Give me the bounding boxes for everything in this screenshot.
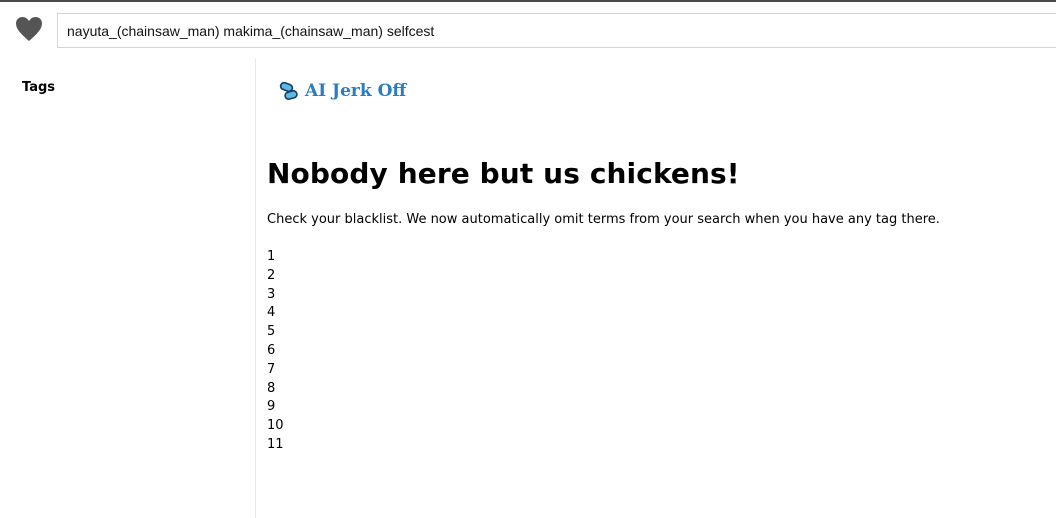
page-link[interactable]: 1: [267, 248, 284, 267]
page-link[interactable]: 5: [267, 323, 284, 342]
pagination-list: 1 2 3 4 5 6 7 8 9 10 11: [267, 248, 284, 455]
sidebar: Tags: [0, 58, 256, 518]
page-link[interactable]: 10: [267, 417, 284, 436]
pills-icon: [279, 81, 298, 100]
ad-label: AI Jerk Off: [305, 81, 407, 101]
page-link[interactable]: 6: [267, 342, 284, 361]
page-link[interactable]: 8: [267, 380, 284, 399]
search-input[interactable]: nayuta_(chainsaw_man) makima_(chainsaw_m…: [57, 13, 1056, 48]
favorite-button[interactable]: [14, 14, 44, 44]
empty-results-message: Check your blacklist. We now automatical…: [267, 212, 940, 227]
page-link[interactable]: 7: [267, 361, 284, 380]
sidebar-title-tags: Tags: [22, 80, 56, 95]
page-link[interactable]: 2: [267, 267, 284, 286]
page-link[interactable]: 4: [267, 304, 284, 323]
ad-link[interactable]: AI Jerk Off: [279, 81, 406, 101]
empty-results-heading: Nobody here but us chickens!: [267, 157, 740, 190]
heart-icon: [16, 17, 42, 41]
page-link[interactable]: 9: [267, 398, 284, 417]
page-link[interactable]: 3: [267, 286, 284, 305]
search-query-text: nayuta_(chainsaw_man) makima_(chainsaw_m…: [67, 22, 435, 39]
page-link[interactable]: 11: [267, 436, 284, 455]
main-content: AI Jerk Off Nobody here but us chickens!…: [256, 58, 1056, 518]
top-border: [0, 0, 1056, 2]
